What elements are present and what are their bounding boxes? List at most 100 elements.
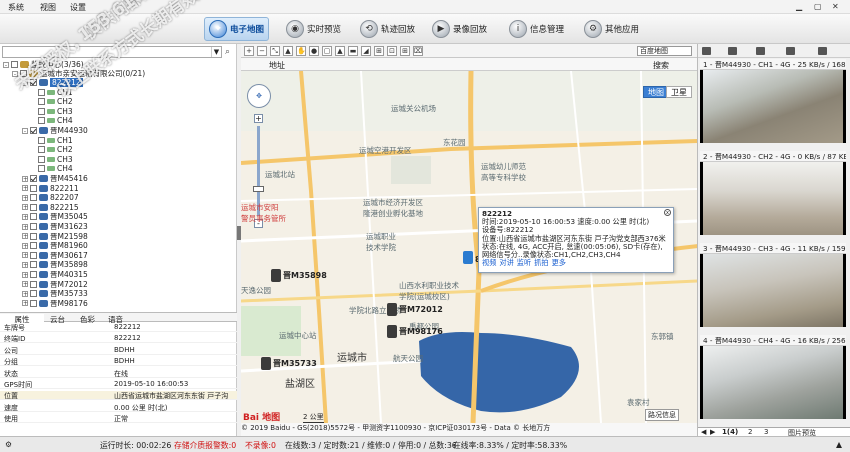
tree-checkbox[interactable] (30, 127, 37, 134)
expand-icon[interactable]: + (22, 252, 28, 259)
expand-icon[interactable]: - (22, 127, 28, 134)
expand-icon[interactable]: + (22, 223, 28, 230)
tree-vehicle[interactable]: - 晋M44930 (22, 126, 88, 135)
vehicle-marker-icon[interactable] (261, 357, 271, 370)
zoom-in-tool-icon[interactable]: + (244, 46, 254, 56)
rect-tool-icon[interactable]: ▢ (322, 46, 332, 56)
tree-channel[interactable]: CH1 (38, 88, 73, 97)
nav-electronic-map[interactable]: ⌖ 电子地图 (204, 17, 270, 41)
expand-icon[interactable]: + (22, 300, 28, 307)
tree-checkbox[interactable] (30, 299, 37, 307)
nav-other-apps[interactable]: ⚙ 其他应用 (580, 17, 643, 41)
tree-checkbox[interactable] (30, 232, 37, 240)
pan-control[interactable]: ✥ (247, 84, 271, 108)
tree-checkbox[interactable] (38, 146, 45, 154)
tree-checkbox[interactable] (30, 261, 37, 269)
page-current[interactable]: 1(4) (722, 428, 738, 436)
tree-vehicle[interactable]: +822207 (22, 193, 79, 202)
page-3[interactable]: 3 (764, 428, 768, 436)
popup-talk-link[interactable]: 对讲 (499, 258, 513, 267)
nav-track-playback[interactable]: ⟲ 轨迹回放 (356, 17, 419, 41)
video-frame[interactable] (703, 346, 843, 419)
address-search-button[interactable]: 搜索 (653, 60, 669, 71)
tree-checkbox[interactable] (30, 223, 37, 230)
zoom-handle[interactable] (253, 186, 264, 192)
expand-icon[interactable]: + (22, 204, 28, 211)
device-search-input[interactable]: ▼ (2, 46, 222, 58)
video-channel-panel[interactable]: 2 - 晋M44930 - CH2 - 4G - 0 KB/s / 87 KB (700, 151, 846, 235)
video-frame[interactable] (703, 254, 843, 327)
record-icon[interactable] (786, 47, 795, 55)
fit-tool-icon[interactable]: ⊞ (374, 46, 384, 56)
tree-channel[interactable]: CH3 (38, 107, 73, 116)
vehicle-marker-icon[interactable] (387, 303, 397, 316)
zoom-out-tool-icon[interactable]: − (257, 46, 267, 56)
vehicle-marker-icon[interactable] (387, 325, 397, 338)
page-2[interactable]: 2 (748, 428, 752, 436)
expand-icon[interactable]: + (22, 290, 28, 297)
popup-close-icon[interactable]: x (664, 209, 671, 216)
tree-checkbox[interactable] (38, 88, 45, 96)
layout-icon[interactable] (702, 47, 711, 55)
tree-channel[interactable]: CH3 (38, 155, 73, 164)
camera-icon[interactable] (756, 47, 765, 55)
collapse-icon[interactable]: - (12, 70, 18, 77)
tree-company[interactable]: - 运城市亲安运输有限公司(0/21) (12, 69, 145, 78)
play-icon[interactable] (818, 47, 827, 55)
tree-channel[interactable]: CH1 (38, 136, 73, 145)
flag-tool-icon[interactable]: ▲ (283, 46, 293, 56)
minimize-icon[interactable]: ▁ (796, 2, 802, 11)
expand-icon[interactable]: + (22, 185, 28, 192)
map-provider-select[interactable]: 百度地图 (637, 46, 692, 56)
measure-tool-icon[interactable]: ⤡ (270, 46, 280, 56)
nav-live-preview[interactable]: ◉ 实时预览 (282, 17, 345, 41)
point-tool-icon[interactable]: ● (309, 46, 319, 56)
expand-icon[interactable]: + (22, 281, 28, 288)
nav-info-management[interactable]: i 信息管理 (505, 17, 568, 41)
area-tool-icon[interactable]: ▲ (335, 46, 345, 56)
chevron-down-icon[interactable]: ▼ (211, 47, 221, 57)
menu-settings[interactable]: 设置 (70, 2, 86, 13)
tree-checkbox[interactable] (30, 184, 37, 192)
expand-icon[interactable]: + (22, 213, 28, 220)
line-tool-icon[interactable]: ▬ (348, 46, 358, 56)
tree-vehicle[interactable]: +822211 (22, 184, 79, 193)
tree-checkbox[interactable] (20, 70, 27, 77)
tree-checkbox[interactable] (30, 194, 37, 202)
tree-checkbox[interactable] (30, 280, 37, 288)
tree-checkbox[interactable] (30, 271, 37, 278)
tree-checkbox[interactable] (30, 203, 37, 211)
tree-channel[interactable]: CH2 (38, 97, 73, 106)
tree-checkbox[interactable] (38, 107, 45, 115)
menu-view[interactable]: 视图 (40, 2, 56, 13)
zoom-in-button[interactable]: + (254, 114, 263, 123)
tree-checkbox[interactable] (11, 61, 18, 68)
expand-icon[interactable]: + (22, 242, 28, 249)
search-icon[interactable]: ⌕ (225, 47, 230, 57)
maximize-icon[interactable]: ▢ (814, 2, 822, 11)
nav-video-playback[interactable]: ▶ 录像回放 (428, 17, 491, 41)
clear-tool-icon[interactable]: ⌧ (413, 46, 423, 56)
expand-icon[interactable]: + (22, 271, 28, 278)
tree-checkbox[interactable] (30, 242, 37, 250)
popup-snapshot-link[interactable]: 抓拍 (534, 258, 548, 267)
region-tool-icon[interactable]: ⊡ (387, 46, 397, 56)
video-frame[interactable] (703, 162, 843, 235)
video-channel-panel[interactable]: 4 - 晋M44930 - CH4 - 4G - 16 KB/s / 256 K… (700, 335, 846, 419)
tree-checkbox[interactable] (38, 117, 45, 125)
tree-checkbox[interactable] (38, 165, 45, 173)
tree-checkbox[interactable] (30, 290, 37, 298)
tree-checkbox[interactable] (30, 251, 37, 259)
tree-checkbox[interactable] (30, 79, 37, 86)
close-icon[interactable]: ✕ (832, 2, 839, 11)
tree-checkbox[interactable] (30, 213, 37, 221)
video-frame[interactable] (703, 70, 843, 143)
popup-more-link[interactable]: 更多 (552, 258, 566, 267)
status-gear-icon[interactable]: ⚙ (5, 440, 12, 449)
tree-vehicle[interactable]: + 晋M98176 (22, 299, 88, 308)
map-type-satellite[interactable]: 卫星 (666, 86, 692, 98)
grid-tool-icon[interactable]: ⊞ (400, 46, 410, 56)
video-channel-panel[interactable]: 3 - 晋M44930 - CH3 - 4G - 11 KB/s / 159 K… (700, 243, 846, 327)
popup-video-link[interactable]: 视频 (482, 258, 496, 267)
collapse-icon[interactable]: - (3, 61, 9, 68)
